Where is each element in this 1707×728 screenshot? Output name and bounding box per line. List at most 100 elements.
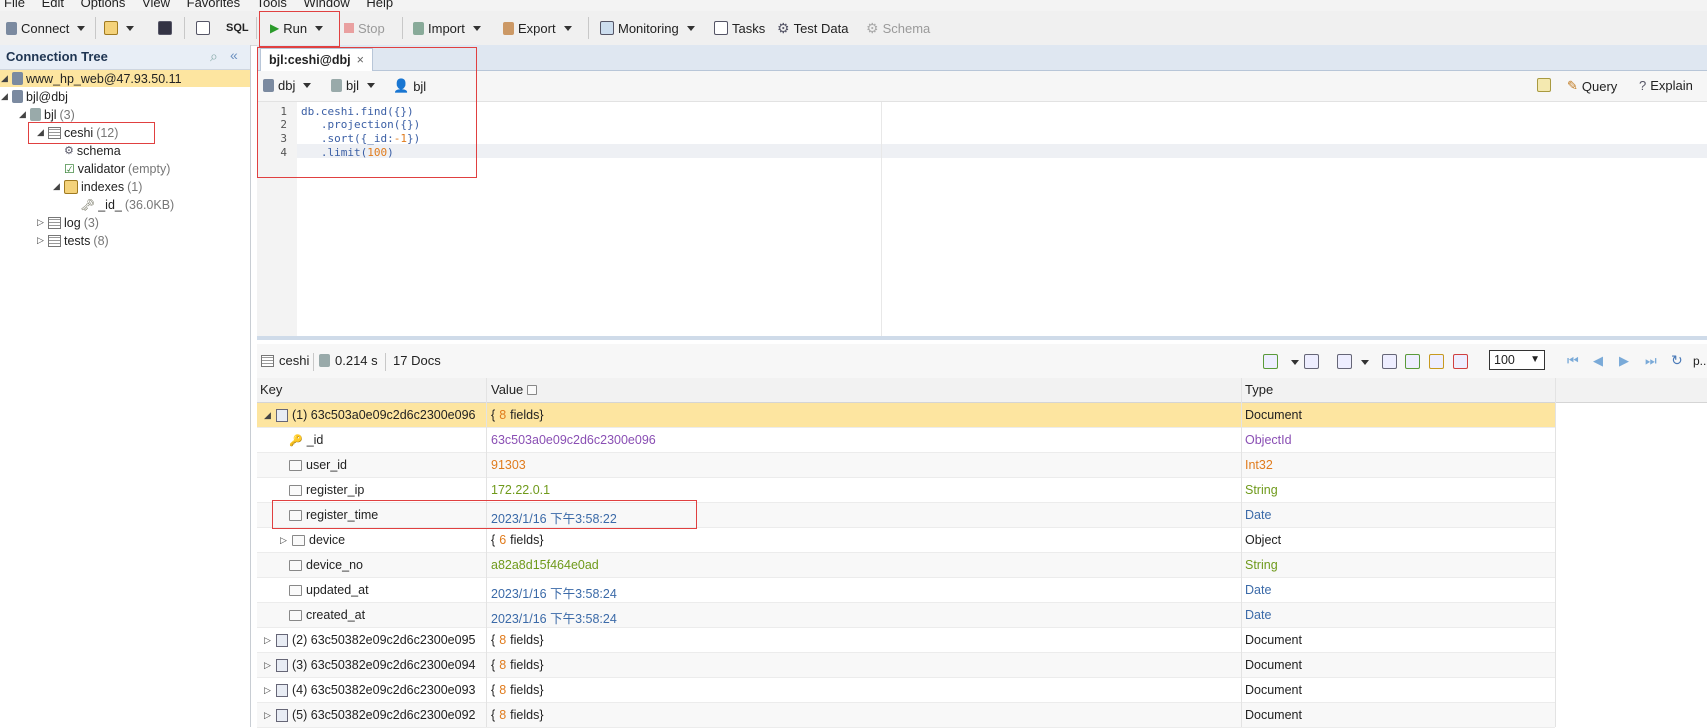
pane-splitter[interactable]	[257, 336, 1707, 340]
tree-item-ceshi[interactable]: ◢ ceshi (12)	[36, 124, 118, 141]
field-row[interactable]: created_at 2023/1/16 下午3:58:24 Date	[257, 603, 1555, 628]
refresh-icon[interactable]: ↻	[1671, 352, 1683, 369]
expand-toggle-icon[interactable]: ▷	[263, 635, 272, 646]
monitoring-button[interactable]: Monitoring	[600, 17, 695, 39]
tree-item-schema[interactable]: ⚙ schema	[64, 142, 121, 159]
value-cell[interactable]: {8 fields}	[491, 633, 544, 647]
add-document-icon[interactable]	[1263, 354, 1278, 369]
export-button[interactable]: Export	[503, 17, 572, 39]
page-size-select[interactable]: 100 ▼	[1489, 350, 1545, 370]
expand-toggle-icon[interactable]: ◢	[263, 410, 272, 421]
key-cell: ◢ (1) 63c503a0e09c2d6c2300e096	[263, 408, 475, 422]
expand-toggle-icon[interactable]: ▷	[36, 235, 45, 246]
field-row[interactable]: updated_at 2023/1/16 下午3:58:24 Date	[257, 578, 1555, 603]
query-button[interactable]: ✎ Query	[1567, 78, 1617, 94]
database-selector[interactable]: dbj	[263, 78, 312, 93]
expand-toggle-icon[interactable]: ◢	[0, 91, 9, 102]
expand-toggle-icon[interactable]: ▷	[263, 660, 272, 671]
tree-item-connection[interactable]: ◢ www_hp_web@47.93.50.11	[0, 70, 250, 87]
document-row[interactable]: ◢ (1) 63c503a0e09c2d6c2300e096 {8 fields} D…	[257, 403, 1555, 428]
menu-view[interactable]: View	[142, 0, 170, 10]
expand-toggle-icon[interactable]: ◢	[0, 73, 9, 84]
tab-bjl-ceshi[interactable]: bjl:ceshi@dbj ×	[260, 48, 373, 71]
expand-toggle-icon[interactable]: ▷	[263, 710, 272, 721]
tree-item-bjl-db[interactable]: ◢ bjl (3)	[18, 106, 75, 123]
view-mode-icon[interactable]	[1337, 354, 1352, 369]
previous-page-icon[interactable]: ◀	[1593, 353, 1603, 369]
menu-favorites[interactable]: Favorites	[187, 0, 240, 10]
shell-button[interactable]	[196, 17, 210, 39]
stop-button[interactable]: Stop	[344, 17, 385, 39]
close-icon[interactable]: ×	[357, 53, 364, 67]
search-icon[interactable]: ⌕	[210, 48, 218, 65]
menu-options[interactable]: Options	[81, 0, 126, 10]
open-button[interactable]	[104, 17, 134, 39]
menu-window[interactable]: Window	[303, 0, 349, 10]
last-page-icon[interactable]: ⏭	[1645, 353, 1657, 369]
value-cell[interactable]: 63c503a0e09c2d6c2300e096	[491, 433, 656, 447]
chevron-down-icon[interactable]	[1361, 360, 1369, 365]
field-row[interactable]: device_no a82a8d15f464e0ad String	[257, 553, 1555, 578]
value-cell[interactable]: a82a8d15f464e0ad	[491, 558, 599, 572]
expand-toggle-icon[interactable]: ◢	[36, 127, 45, 138]
run-button[interactable]: ▶ Run	[270, 17, 324, 39]
tree-item-index-id[interactable]: 🗝 _id_ (36.0KB)	[80, 196, 174, 213]
column-header-value[interactable]: Value	[491, 382, 538, 397]
menu-file[interactable]: File	[4, 0, 25, 10]
collapse-panel-icon[interactable]: «	[230, 47, 238, 63]
value-cell[interactable]: {8 fields}	[491, 708, 544, 722]
value-cell[interactable]: {8 fields}	[491, 408, 544, 422]
expand-toggle-icon[interactable]: ▷	[279, 535, 288, 546]
menu-edit[interactable]: Edit	[42, 0, 64, 10]
explain-button[interactable]: ? Explain	[1639, 78, 1693, 93]
collection-selector[interactable]: bjl	[331, 78, 376, 93]
document-row[interactable]: ▷ (3) 63c50382e09c2d6c2300e094 {8 fields} D…	[257, 653, 1555, 678]
expand-toggle-icon[interactable]: ◢	[18, 109, 27, 120]
tasks-button[interactable]: Tasks	[714, 17, 765, 39]
snippet-button[interactable]	[1537, 78, 1551, 92]
first-page-icon[interactable]: ⏮	[1567, 353, 1579, 369]
field-row[interactable]: user_id 91303 Int32	[257, 453, 1555, 478]
value-cell[interactable]: 2023/1/16 下午3:58:24	[491, 608, 617, 627]
tree-item-tests[interactable]: ▷ tests (8)	[36, 232, 109, 249]
field-row[interactable]: ▷ device {6 fields} Object	[257, 528, 1555, 553]
edit-document-icon[interactable]	[1429, 354, 1444, 369]
sql-button[interactable]: SQL	[226, 17, 249, 39]
value-cell[interactable]: {6 fields}	[491, 533, 544, 547]
connect-button[interactable]: Connect	[6, 17, 86, 39]
save-button[interactable]	[158, 17, 172, 39]
value-cell[interactable]: {8 fields}	[491, 658, 544, 672]
import-button[interactable]: Import	[413, 17, 481, 39]
expand-toggle-icon[interactable]: ▷	[263, 685, 272, 696]
field-row[interactable]: 🔑 _id 63c503a0e09c2d6c2300e096 ObjectId	[257, 428, 1555, 453]
column-header-key[interactable]: Key	[260, 382, 282, 397]
next-page-icon[interactable]: ▶	[1619, 353, 1629, 369]
tree-item-log[interactable]: ▷ log (3)	[36, 214, 99, 231]
chevron-down-icon[interactable]	[1291, 360, 1299, 365]
tree-item-bjl-dbj[interactable]: ◢ bjl@dbj	[0, 88, 68, 105]
value-cell[interactable]: {8 fields}	[491, 683, 544, 697]
query-editor[interactable]: 1 2 3 4 db.ceshi.find({}) .projection({}…	[257, 102, 1707, 336]
field-row[interactable]: register_ip 172.22.0.1 String	[257, 478, 1555, 503]
tree-view-icon[interactable]	[1304, 354, 1319, 369]
find-icon[interactable]	[1382, 354, 1397, 369]
menu-help[interactable]: Help	[366, 0, 393, 10]
schema-button[interactable]: ⚙ Schema	[866, 17, 930, 39]
test-data-button[interactable]: ⚙ Test Data	[777, 17, 848, 39]
value-cell[interactable]: 2023/1/16 下午3:58:24	[491, 583, 617, 602]
document-row[interactable]: ▷ (5) 63c50382e09c2d6c2300e092 {8 fields} D…	[257, 703, 1555, 728]
tree-item-validator[interactable]: ☑ validator (empty)	[64, 160, 170, 177]
value-cell[interactable]: 91303	[491, 458, 526, 472]
document-row[interactable]: ▷ (2) 63c50382e09c2d6c2300e095 {8 fields} D…	[257, 628, 1555, 653]
expand-toggle-icon[interactable]: ◢	[52, 181, 61, 192]
field-row[interactable]: register_time 2023/1/16 下午3:58:22 Date	[257, 503, 1555, 528]
column-header-type[interactable]: Type	[1245, 382, 1273, 397]
insert-document-icon[interactable]	[1405, 354, 1420, 369]
menu-tools[interactable]: Tools	[256, 0, 286, 10]
value-cell[interactable]: 172.22.0.1	[491, 483, 550, 497]
delete-document-icon[interactable]	[1453, 354, 1468, 369]
expand-toggle-icon[interactable]: ▷	[36, 217, 45, 228]
tree-item-indexes[interactable]: ◢ indexes (1)	[52, 178, 142, 195]
value-cell[interactable]: 2023/1/16 下午3:58:22	[491, 508, 617, 527]
document-row[interactable]: ▷ (4) 63c50382e09c2d6c2300e093 {8 fields} D…	[257, 678, 1555, 703]
